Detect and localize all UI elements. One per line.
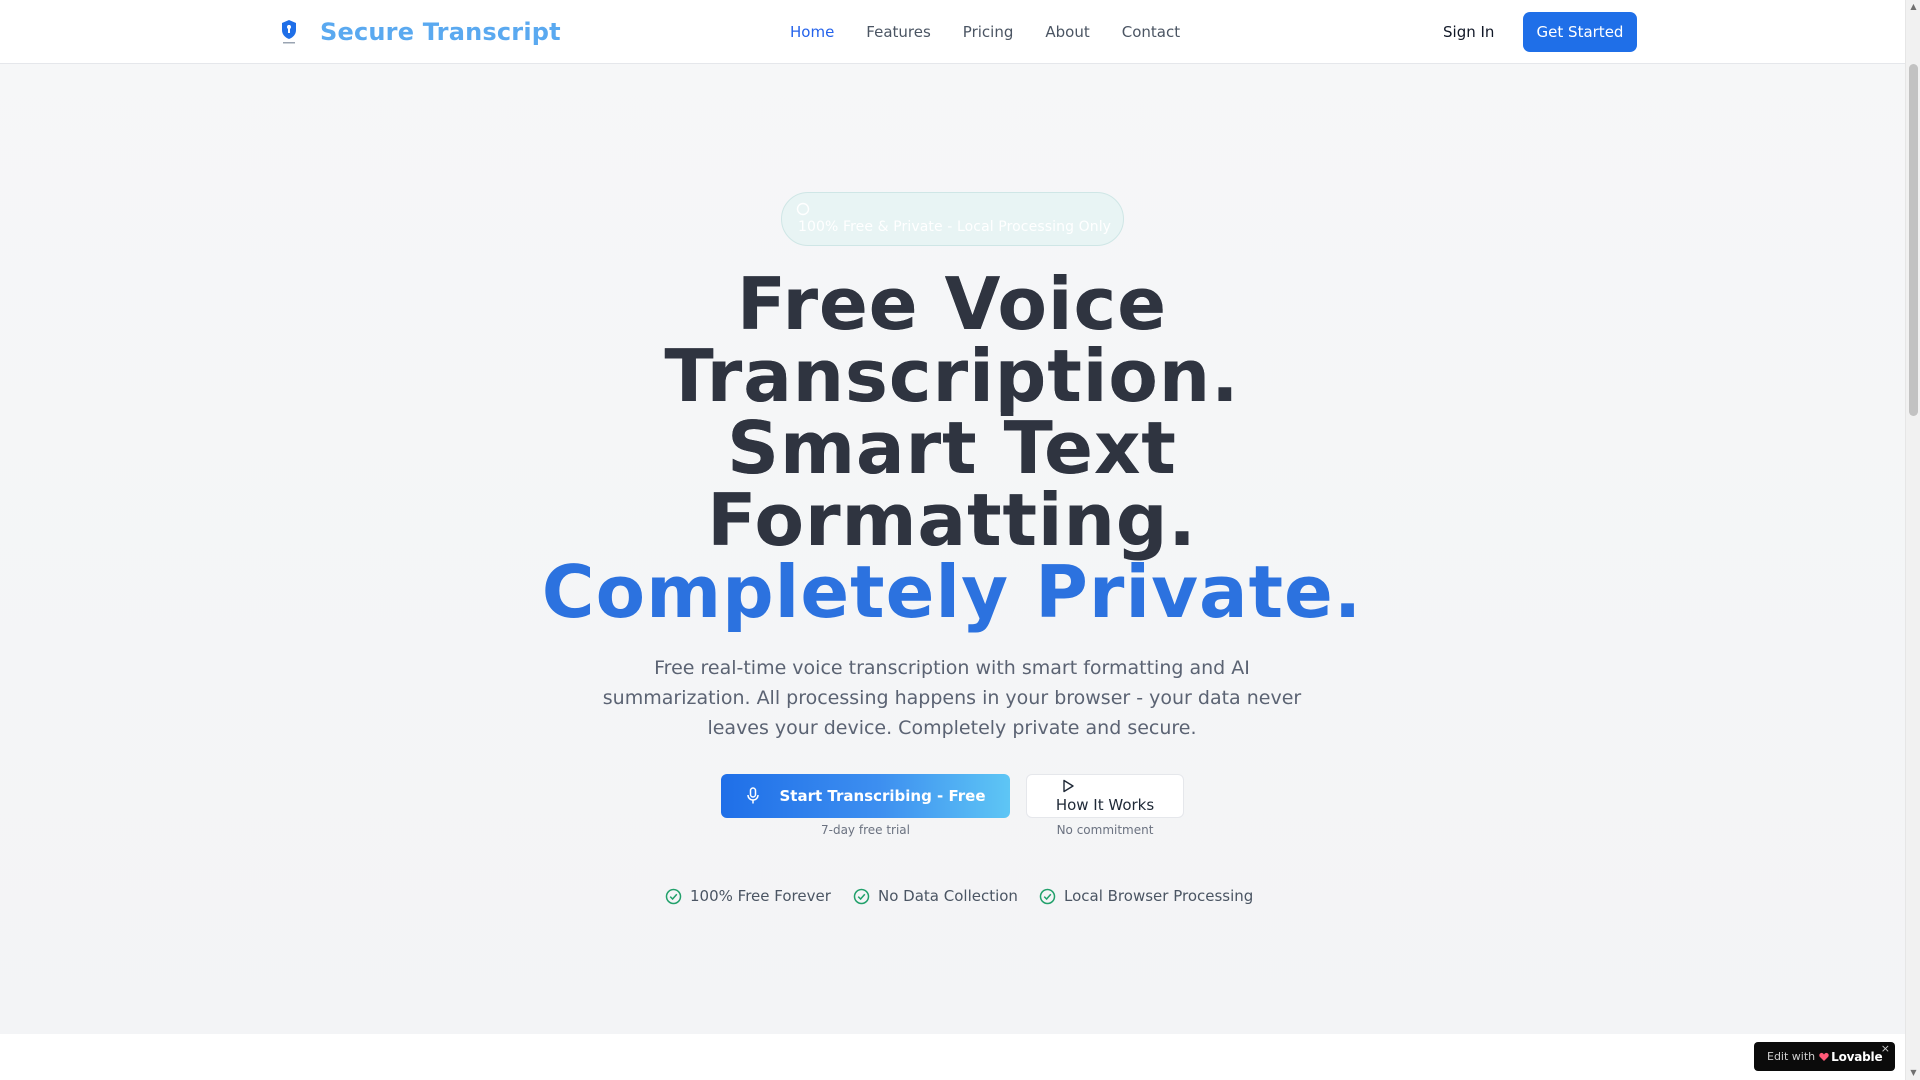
headline-line-2: Transcription. xyxy=(452,340,1452,412)
start-transcribing-label: Start Transcribing - Free xyxy=(779,787,986,805)
how-it-works-button[interactable]: How It Works xyxy=(1026,774,1184,818)
scrollbar-thumb[interactable] xyxy=(1909,64,1918,416)
feature-label: No Data Collection xyxy=(878,887,1018,905)
brand-logo[interactable]: Secure Transcript xyxy=(278,14,561,50)
lovable-brand: Lovable xyxy=(1831,1049,1883,1064)
lovable-heart-icon xyxy=(1819,1052,1829,1062)
headline-line-5: Completely Private. xyxy=(541,550,1363,634)
hero-headline: Free Voice Transcription. Smart Text For… xyxy=(452,268,1452,628)
main-nav: Home Features Pricing About Contact xyxy=(790,20,1212,44)
start-transcribing-button[interactable]: Start Transcribing - Free xyxy=(721,774,1010,818)
scroll-up-icon[interactable]: ▲ xyxy=(1909,2,1918,12)
sign-in-link[interactable]: Sign In xyxy=(1443,20,1494,44)
circle-icon xyxy=(796,201,810,216)
headline-line-4: Formatting. xyxy=(452,484,1452,556)
headline-line-1: Free Voice xyxy=(452,268,1452,340)
feature-item: 100% Free Forever xyxy=(665,885,831,907)
vertical-scrollbar[interactable]: ▲ ▼ xyxy=(1905,0,1920,1080)
nav-about[interactable]: About xyxy=(1045,20,1089,44)
hero-subtitle: Free real-time voice transcription with … xyxy=(602,657,1302,739)
feature-label: 100% Free Forever xyxy=(690,887,831,905)
privacy-badge-text: 100% Free & Private - Local Processing O… xyxy=(798,219,1112,235)
top-navbar: Secure Transcript Home Features Pricing … xyxy=(0,0,1905,64)
headline-line-3: Smart Text xyxy=(452,412,1452,484)
privacy-badge: 100% Free & Private - Local Processing O… xyxy=(781,192,1124,246)
feature-label: Local Browser Processing xyxy=(1064,887,1254,905)
edit-with-lovable-badge[interactable]: Edit with Lovable × xyxy=(1754,1042,1895,1071)
edit-with-label: Edit with xyxy=(1767,1050,1816,1063)
shield-icon xyxy=(278,17,300,47)
nav-home[interactable]: Home xyxy=(790,20,834,44)
get-started-button[interactable]: Get Started xyxy=(1523,12,1637,52)
nav-pricing[interactable]: Pricing xyxy=(963,20,1014,44)
nav-features[interactable]: Features xyxy=(866,20,931,44)
scroll-down-icon[interactable]: ▼ xyxy=(1909,1068,1918,1078)
feature-list: 100% Free Forever No Data Collection Loc… xyxy=(0,885,1905,907)
check-circle-icon xyxy=(1039,888,1056,905)
primary-button-note: 7-day free trial xyxy=(821,823,910,837)
feature-item: No Data Collection xyxy=(853,885,1018,907)
check-circle-icon xyxy=(853,888,870,905)
close-icon[interactable]: × xyxy=(1881,1043,1890,1055)
secondary-button-note: No commitment xyxy=(1056,823,1154,837)
check-circle-icon xyxy=(665,888,682,905)
microphone-icon xyxy=(745,787,761,805)
feature-item: Local Browser Processing xyxy=(1039,885,1253,907)
next-section xyxy=(0,1034,1905,1080)
page: Secure Transcript Home Features Pricing … xyxy=(0,0,1905,1080)
how-it-works-label: How It Works xyxy=(1055,796,1155,814)
play-icon xyxy=(1061,779,1075,793)
brand-name: Secure Transcript xyxy=(320,18,561,46)
nav-contact[interactable]: Contact xyxy=(1122,20,1180,44)
